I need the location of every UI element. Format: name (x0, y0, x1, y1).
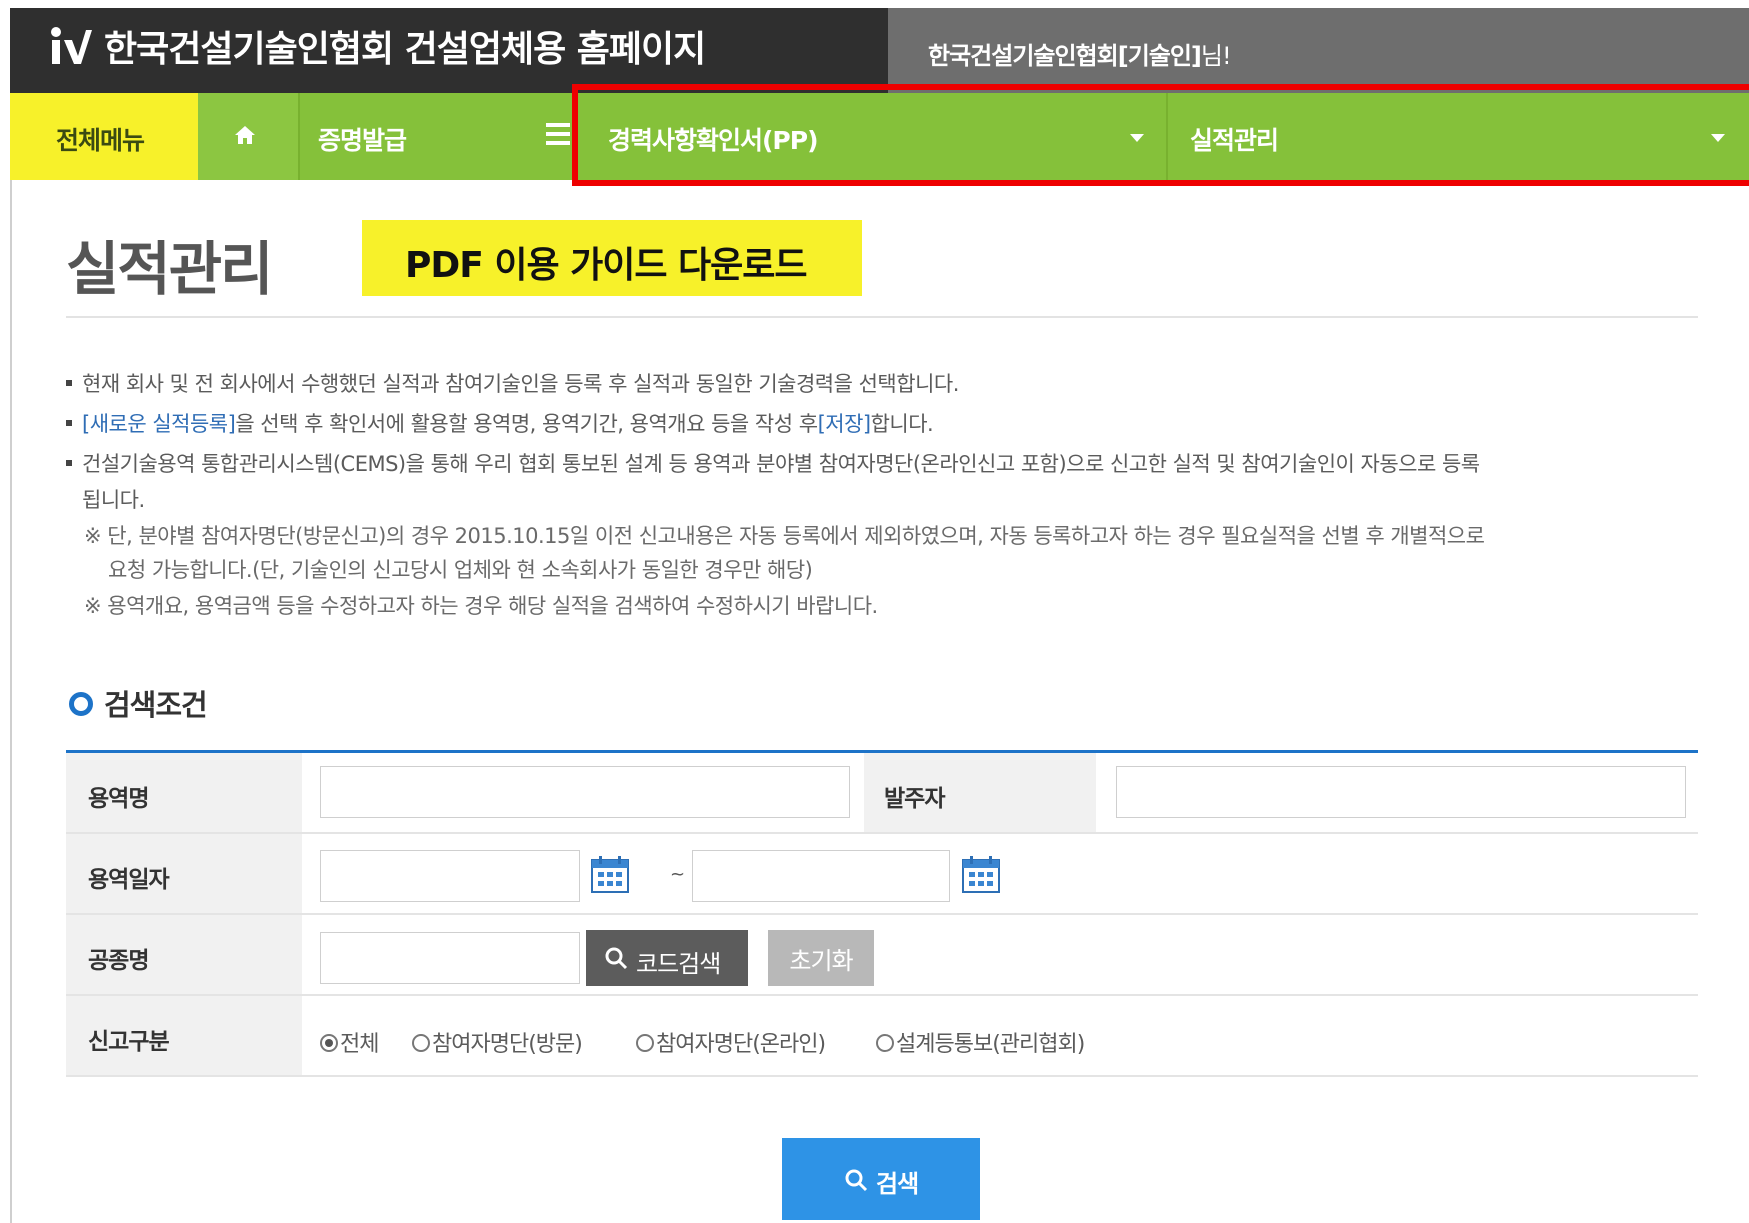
radio-icon (412, 1034, 430, 1052)
row-header: 발주자 (864, 753, 1096, 832)
client-label: 발주자 (884, 786, 945, 812)
report-type-option-design-notice[interactable]: 설계등통보(관리협회) (876, 1026, 1085, 1057)
row-header: 용역명 (66, 753, 302, 832)
client-input[interactable] (1116, 766, 1686, 818)
calendar-icon[interactable] (590, 854, 630, 894)
radio-selected-icon (320, 1034, 338, 1052)
home-button[interactable] (198, 93, 298, 180)
all-menu-button[interactable]: 전체메뉴 (10, 93, 198, 180)
radio-icon (876, 1034, 894, 1052)
info-note: ※ 단, 분야별 참여자명단(방문신고)의 경우 2015.10.15일 이전 … (84, 524, 1485, 548)
table-row: 공종명 (66, 915, 1698, 996)
user-suffix: 님! (1200, 42, 1232, 70)
new-record-link[interactable]: [새로운 실적등록] (82, 412, 236, 436)
row-header: 공종명 (66, 915, 302, 994)
divider (66, 316, 1698, 318)
reset-button[interactable]: 초기화 (768, 930, 874, 986)
date-label: 용역일자 (88, 867, 170, 893)
user-greeting: 한국건설기술인협회[기술인]님! (928, 36, 1232, 71)
info-line: [새로운 실적등록]을 선택 후 확인서에 활용할 용역명, 용역기간, 용역개… (66, 408, 934, 438)
info-line: 건설기술용역 통합관리시스템(CEMS)을 통해 우리 협회 통보된 설계 등 … (66, 448, 1480, 478)
radio-icon (636, 1034, 654, 1052)
row-header: 용역일자 (66, 834, 302, 913)
user-name: 한국건설기술인협회[기술인] (928, 42, 1202, 70)
code-search-label: 코드검색 (636, 950, 721, 978)
service-name-input[interactable] (320, 766, 850, 818)
report-type-option-online[interactable]: 참여자명단(온라인) (636, 1026, 826, 1057)
save-link[interactable]: [저장] (818, 412, 872, 436)
nav-item-certificate[interactable]: 증명발급 (298, 93, 574, 180)
code-search-button[interactable]: 코드검색 (586, 930, 748, 986)
info-note: ※ 용역개요, 용역금액 등을 수정하고자 하는 경우 해당 실적을 검색하여 … (84, 594, 878, 618)
date-to-input[interactable] (692, 850, 950, 902)
info-line: 됩니다. (82, 488, 145, 512)
all-menu-label: 전체메뉴 (56, 126, 145, 155)
calendar-icon[interactable] (961, 854, 1001, 894)
hamburger-icon[interactable] (546, 123, 570, 147)
section-title: 검색조건 (104, 688, 208, 722)
search-button[interactable]: 검색 (782, 1138, 980, 1220)
pdf-guide-label: PDF 이용 가이드 다운로드 (405, 245, 808, 286)
nav-item-certificate-label: 증명발급 (318, 126, 407, 155)
annotation-highlight-box (572, 84, 1749, 186)
date-separator: ~ (670, 864, 686, 885)
section-bullet-icon (69, 692, 93, 716)
search-button-label: 검색 (876, 1170, 919, 1198)
report-type-option-all[interactable]: 전체 (320, 1026, 379, 1057)
search-icon (845, 1169, 868, 1192)
page-title: 실적관리 (66, 235, 273, 303)
search-icon (605, 947, 628, 970)
info-note: 요청 가능합니다.(단, 기술인의 신고당시 업체와 현 소속회사가 동일한 경… (108, 558, 813, 582)
pdf-guide-download-banner[interactable]: PDF 이용 가이드 다운로드 (362, 220, 862, 296)
row-header: 신고구분 (66, 996, 302, 1075)
site-title: 한국건설기술인협회 건설업체용 홈페이지 (104, 29, 706, 70)
report-type-option-visit[interactable]: 참여자명단(방문) (412, 1026, 583, 1057)
service-name-label: 용역명 (88, 786, 149, 812)
report-type-label: 신고구분 (88, 1029, 170, 1055)
logo-icon (51, 27, 92, 64)
work-type-label: 공종명 (88, 948, 149, 974)
work-type-input[interactable] (320, 932, 580, 984)
date-from-input[interactable] (320, 850, 580, 902)
home-icon (235, 126, 255, 144)
info-line: 현재 회사 및 전 회사에서 수행했던 실적과 참여기술인을 등록 후 실적과 … (66, 368, 959, 398)
